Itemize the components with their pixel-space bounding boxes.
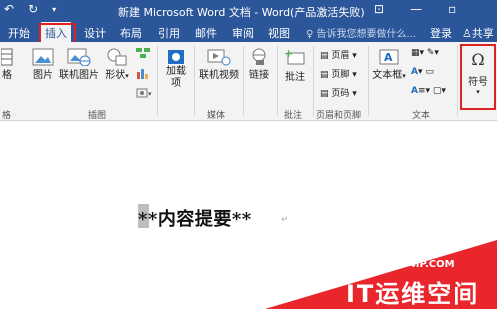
tell-me-search[interactable]: ♀ 告诉我您想要做什么... — [306, 25, 416, 40]
group-separator — [457, 46, 458, 116]
smartart-icon[interactable] — [135, 46, 151, 63]
person-icon: ♙ — [462, 27, 472, 40]
share-button[interactable]: ♙共享 — [462, 25, 494, 41]
picture-button[interactable]: 图片 — [30, 48, 56, 81]
footer-label: 页脚 — [331, 70, 350, 80]
group-separator — [313, 46, 314, 116]
chart-icon[interactable] — [135, 66, 151, 83]
footer-icon: ▤ — [320, 70, 329, 80]
table-button[interactable]: 格 — [0, 48, 14, 81]
header-icon: ▤ — [320, 51, 329, 61]
quick-parts-icon[interactable]: ▦▾ ✎▾ — [411, 48, 439, 58]
online-video-label: 联机视频 — [199, 70, 239, 81]
symbol-button-highlight — [460, 44, 496, 110]
page-number-button[interactable]: ▤ 页码 ▾ — [320, 86, 357, 99]
text-group-label: 文本 — [412, 111, 431, 121]
window-title: 新建 Microsoft Word 文档 - Word(产品激活失败) — [118, 6, 365, 19]
tab-design[interactable]: 设计 — [84, 25, 106, 41]
minimize-icon[interactable]: — — [410, 2, 422, 16]
header-button[interactable]: ▤ 页眉 ▾ — [320, 48, 357, 61]
group-separator — [194, 46, 195, 116]
group-separator — [157, 46, 158, 116]
svg-text:+: + — [284, 48, 293, 60]
shapes-button[interactable]: 形状▾ — [104, 48, 130, 81]
tables-group-label: 格 — [2, 111, 12, 121]
footer-button[interactable]: ▤ 页脚 ▾ — [320, 67, 357, 80]
tab-view[interactable]: 视图 — [268, 25, 290, 41]
online-picture-label: 联机图片 — [59, 70, 99, 81]
document-text[interactable]: **内容提要** — [138, 205, 252, 231]
screenshot-icon[interactable]: ▾ — [135, 86, 155, 103]
illustrations-group-label: 插图 — [88, 111, 107, 121]
watermark-brand: IT运维空间 — [346, 280, 480, 308]
media-group-label: 媒体 — [207, 111, 226, 121]
login-link[interactable]: 登录 — [430, 25, 452, 41]
ribbon-insert: 格 图片 联机图片 形状▾ ▾ 插图 格 加载 项 联机视频 媒体 链接 + 批… — [0, 42, 497, 121]
title-bar: ↶ ↻ ▾ 新建 Microsoft Word 文档 - Word(产品激活失败… — [0, 0, 497, 22]
addins-button[interactable]: 加载 项 — [162, 48, 190, 90]
tab-home[interactable]: 开始 — [8, 25, 30, 41]
comments-group-label: 批注 — [284, 111, 303, 121]
group-separator — [368, 46, 369, 116]
dropcap-icon[interactable]: A≡▾ ▢▾ — [411, 86, 446, 96]
page-number-icon: ▤ — [320, 89, 329, 99]
redo-icon[interactable]: ↻ — [28, 2, 38, 16]
picture-icon — [32, 48, 54, 66]
textbox-icon: A — [379, 49, 399, 65]
tab-layout[interactable]: 布局 — [120, 25, 142, 41]
textbox-button[interactable]: A 文本框▾ — [372, 48, 406, 81]
page-number-label: 页码 — [331, 89, 350, 99]
link-label: 链接 — [249, 70, 269, 81]
paragraph-mark-icon: ↵ — [281, 215, 289, 225]
addins-label: 加载 项 — [166, 66, 186, 89]
online-video-button[interactable]: 联机视频 — [197, 48, 241, 81]
video-icon — [207, 49, 231, 66]
header-label: 页眉 — [331, 51, 350, 61]
textbox-label: 文本框 — [372, 70, 403, 81]
store-icon — [168, 50, 184, 64]
shapes-icon — [107, 48, 127, 66]
undo-icon[interactable]: ↶ — [4, 2, 14, 16]
comment-button[interactable]: + 批注 — [281, 48, 309, 83]
new-comment-icon: + — [284, 48, 305, 65]
share-label: 共享 — [471, 27, 494, 40]
table-icon — [1, 48, 13, 66]
group-separator — [277, 46, 278, 116]
picture-label: 图片 — [33, 70, 53, 81]
header-footer-group-label: 页眉和页脚 — [316, 111, 362, 121]
ribbon-display-icon[interactable]: ⊡ — [374, 2, 384, 16]
comment-label: 批注 — [285, 72, 305, 83]
table-label: 格 — [2, 70, 12, 81]
restore-icon[interactable]: ▫ — [448, 2, 456, 16]
watermark-url: www.94IP.COM — [371, 259, 455, 270]
tab-review[interactable]: 审阅 — [232, 25, 254, 41]
link-icon — [252, 48, 266, 65]
tab-mailings[interactable]: 邮件 — [195, 25, 217, 41]
dropdown-arrow-icon[interactable]: ▾ — [52, 5, 56, 16]
link-button[interactable]: 链接 — [246, 48, 272, 81]
svg-text:▾: ▾ — [148, 90, 152, 98]
svg-text:A: A — [384, 51, 393, 64]
online-picture-button[interactable]: 联机图片 — [57, 48, 101, 81]
online-picture-icon — [67, 48, 91, 66]
shapes-label: 形状 — [105, 70, 126, 81]
group-separator — [243, 46, 244, 116]
tab-references[interactable]: 引用 — [158, 25, 180, 41]
wordart-icon[interactable]: A▾ ▭ — [411, 67, 434, 77]
